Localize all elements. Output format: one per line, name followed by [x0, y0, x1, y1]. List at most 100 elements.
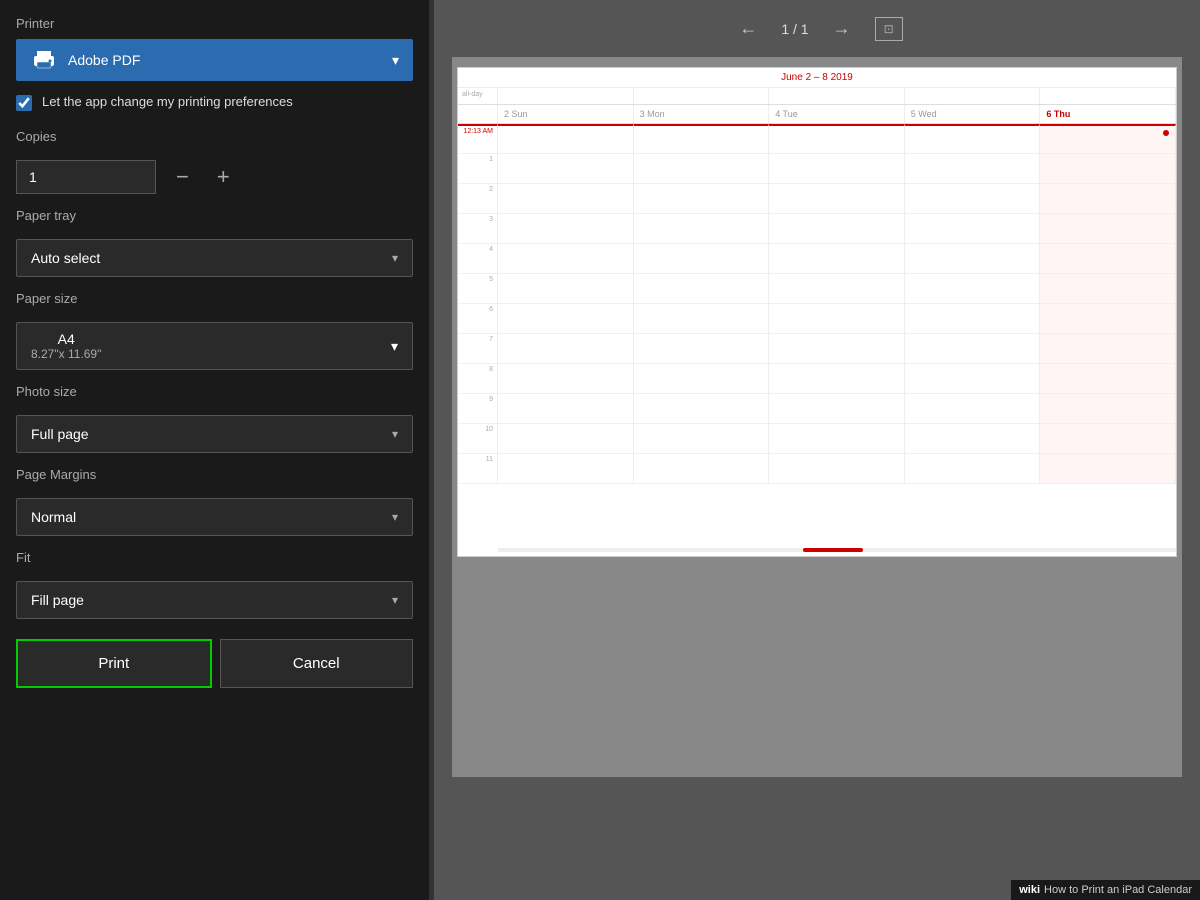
timeslot-label-2: 2 [458, 184, 498, 214]
photo-size-label: Photo size [16, 384, 413, 399]
next-page-button[interactable]: → [825, 14, 859, 43]
page-indicator: 1 / 1 [781, 21, 808, 37]
cal-cell-7-thu [1040, 334, 1176, 364]
cal-cell-3-thu [1040, 214, 1176, 244]
photo-size-dropdown[interactable]: Full page ▾ [16, 415, 413, 453]
cal-cell-7-mon [634, 334, 770, 364]
cal-cell-3-wed [905, 214, 1041, 244]
cal-cell-2-mon [634, 184, 770, 214]
timeslot-label-10: 10 [458, 424, 498, 454]
calendar-header: June 2 – 8 2019 [458, 68, 1176, 88]
increment-copies-button[interactable]: + [209, 162, 238, 192]
cal-cell-2-wed [905, 184, 1041, 214]
cancel-button[interactable]: Cancel [220, 639, 414, 688]
calendar-days-header: 2 Sun 3 Mon 4 Tue 5 Wed 6 Thu [458, 105, 1176, 124]
cal-cell-6-sun [498, 304, 634, 334]
prev-page-button[interactable]: ← [731, 14, 765, 43]
paper-size-main: A4 [31, 331, 101, 347]
cal-cell-5-tue [769, 274, 905, 304]
allday-cell-wed [905, 88, 1041, 104]
printer-icon [30, 49, 58, 71]
calendar-preview: June 2 – 8 2019 all-day 2 Sun 3 Mon 4 Tu… [457, 67, 1177, 557]
cal-cell-1-wed [905, 154, 1041, 184]
day-wed: 5 Wed [905, 105, 1041, 123]
preview-area: June 2 – 8 2019 all-day 2 Sun 3 Mon 4 Tu… [452, 57, 1182, 777]
cal-cell-10-mon [634, 424, 770, 454]
paper-size-dropdown[interactable]: A4 8.27"x 11.69" ▾ [16, 322, 413, 370]
timeslot-label-7: 7 [458, 334, 498, 364]
cal-cell-9-tue [769, 394, 905, 424]
calendar-scrollbar[interactable] [498, 548, 1176, 552]
cal-cell-0-mon [634, 124, 770, 154]
timeslot-label-8: 8 [458, 364, 498, 394]
cal-cell-0-wed [905, 124, 1041, 154]
timeslot-label-6: 6 [458, 304, 498, 334]
cal-cell-8-mon [634, 364, 770, 394]
cal-cell-4-wed [905, 244, 1041, 274]
cal-cell-5-thu [1040, 274, 1176, 304]
empty-header-col [458, 105, 498, 123]
cal-cell-11-mon [634, 454, 770, 484]
cal-cell-2-sun [498, 184, 634, 214]
cal-cell-3-sun [498, 214, 634, 244]
page-margins-dropdown[interactable]: Normal ▾ [16, 498, 413, 536]
cal-cell-10-sun [498, 424, 634, 454]
fit-view-button[interactable]: ⊡ [875, 17, 903, 41]
printing-prefs-checkbox[interactable] [16, 95, 32, 111]
allday-cell-mon [634, 88, 770, 104]
cal-cell-1-thu [1040, 154, 1176, 184]
allday-row: all-day [458, 88, 1176, 105]
page-margins-value: Normal [31, 509, 76, 525]
decrement-copies-button[interactable]: − [168, 162, 197, 192]
cal-cell-10-thu [1040, 424, 1176, 454]
cal-cell-2-thu [1040, 184, 1176, 214]
allday-cell-thu [1040, 88, 1176, 104]
fit-label: Fit [16, 550, 413, 565]
bottom-buttons: Print Cancel [16, 639, 413, 696]
printer-label: Printer [16, 16, 413, 31]
cal-cell-5-sun [498, 274, 634, 304]
wiki-bold: wiki [1019, 884, 1040, 896]
paper-size-chevron-icon: ▾ [391, 338, 398, 355]
cal-cell-1-tue [769, 154, 905, 184]
print-button[interactable]: Print [16, 639, 212, 688]
cal-cell-9-wed [905, 394, 1041, 424]
checkbox-label: Let the app change my printing preferenc… [42, 93, 293, 111]
fit-value: Fill page [31, 592, 84, 608]
paper-tray-dropdown[interactable]: Auto select ▾ [16, 239, 413, 277]
allday-cell-sun [498, 88, 634, 104]
paper-tray-chevron-icon: ▾ [392, 251, 398, 265]
left-panel: Printer Adobe PDF ▾ Let the app change m… [0, 0, 430, 900]
cal-cell-4-mon [634, 244, 770, 274]
wikihow-watermark: wiki How to Print an iPad Calendar [1011, 880, 1200, 900]
cal-cell-3-tue [769, 214, 905, 244]
allday-cell-tue [769, 88, 905, 104]
timeslot-label-0: 12:13 AM [458, 124, 498, 154]
paper-size-sub: 8.27"x 11.69" [31, 347, 101, 361]
paper-tray-value: Auto select [31, 250, 100, 266]
copies-row: − + [16, 160, 413, 194]
printer-dropdown[interactable]: Adobe PDF ▾ [16, 39, 413, 81]
cal-cell-8-tue [769, 364, 905, 394]
cal-cell-7-sun [498, 334, 634, 364]
timeslot-label-1: 1 [458, 154, 498, 184]
cal-cell-7-wed [905, 334, 1041, 364]
cal-cell-7-tue [769, 334, 905, 364]
cal-cell-9-sun [498, 394, 634, 424]
fit-chevron-icon: ▾ [392, 593, 398, 607]
preview-nav: ← 1 / 1 → ⊡ [711, 0, 922, 57]
allday-label: all-day [458, 88, 498, 104]
cal-cell-1-sun [498, 154, 634, 184]
fit-dropdown[interactable]: Fill page ▾ [16, 581, 413, 619]
photo-size-value: Full page [31, 426, 89, 442]
timeslot-label-3: 3 [458, 214, 498, 244]
cal-cell-6-mon [634, 304, 770, 334]
cal-cell-1-mon [634, 154, 770, 184]
cal-cell-0-tue [769, 124, 905, 154]
paper-tray-label: Paper tray [16, 208, 413, 223]
copies-input[interactable] [16, 160, 156, 194]
timeslot-label-9: 9 [458, 394, 498, 424]
main-container: Printer Adobe PDF ▾ Let the app change m… [0, 0, 1200, 900]
cal-cell-9-thu [1040, 394, 1176, 424]
cal-cell-0-sun [498, 124, 634, 154]
